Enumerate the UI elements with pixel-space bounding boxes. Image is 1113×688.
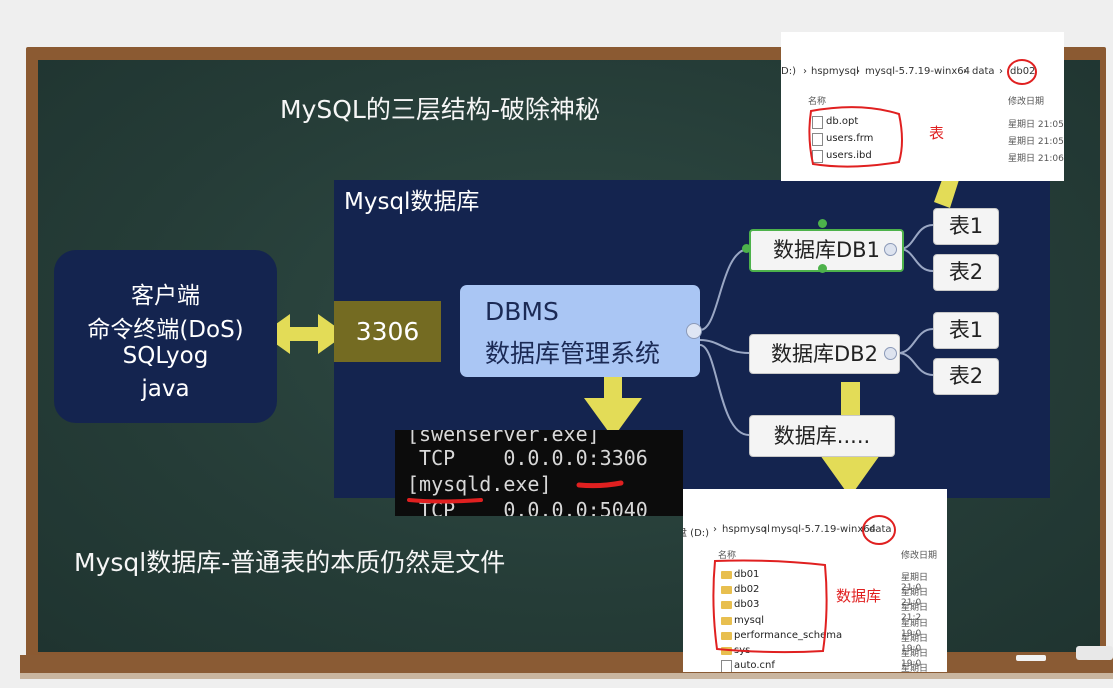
port-label: 3306: [355, 317, 420, 346]
red-circle-marks: [808, 59, 1037, 168]
file-explorer-db02: D:) › hspmysql › mysql-5.7.19-winx64 › d…: [781, 32, 1064, 181]
collapse-toggle-icon[interactable]: [884, 243, 897, 256]
red-underline-marks: [407, 480, 624, 504]
file-explorer-data: 盘 (D:) › hspmysql › mysql-5.7.19-winx64 …: [683, 489, 947, 672]
dbms-title: DBMS: [485, 297, 559, 326]
client-line: 客户端: [131, 283, 200, 309]
client-box: 客户端 命令终端(DoS) SQLyog java: [54, 250, 277, 423]
connector-db1: [699, 248, 750, 331]
connector-db3: [699, 344, 750, 436]
add-topic-icon[interactable]: [818, 219, 827, 228]
add-topic-icon[interactable]: [818, 264, 827, 273]
red-circle-marks: [712, 515, 896, 654]
connector-t22: [897, 352, 934, 376]
collapse-toggle-icon[interactable]: [686, 323, 702, 339]
dbms-subtitle: 数据库管理系统: [485, 339, 661, 368]
database-node-db2[interactable]: 数据库DB2: [749, 334, 900, 374]
table-node-1[interactable]: 表1: [933, 208, 999, 245]
table-node-2[interactable]: 表2: [933, 254, 999, 291]
connector-t21: [897, 328, 934, 354]
client-line: SQLyog: [122, 343, 209, 369]
connector-t12: [899, 248, 934, 272]
terminal-snippet: [swenserver.exe] TCP 0.0.0.0:3306 [mysql…: [395, 430, 683, 516]
connector-t11: [899, 224, 934, 250]
database-node-more[interactable]: 数据库.....: [749, 415, 895, 457]
client-line: java: [141, 376, 190, 402]
client-line: 命令终端(DoS): [87, 317, 244, 343]
collapse-toggle-icon[interactable]: [884, 347, 897, 360]
table-node-1[interactable]: 表1: [933, 312, 999, 349]
add-topic-icon[interactable]: [742, 244, 751, 253]
table-node-2[interactable]: 表2: [933, 358, 999, 395]
